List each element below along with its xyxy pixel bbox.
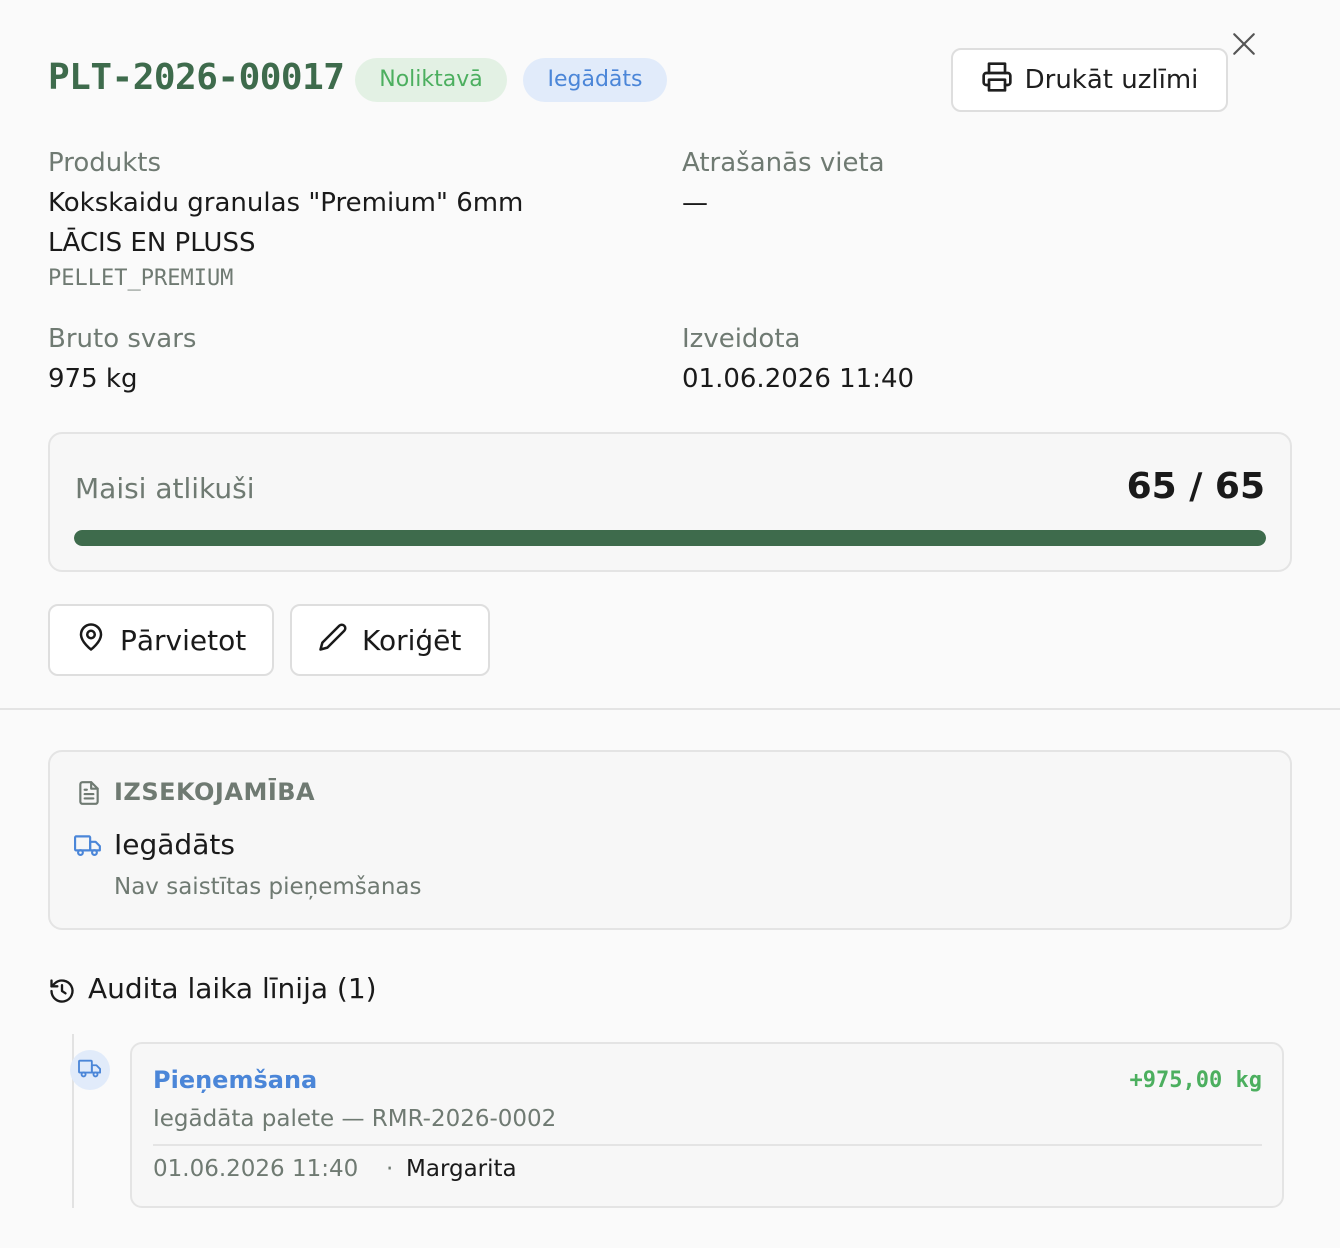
correct-button[interactable]: Koriģēt — [290, 604, 490, 676]
created-value: 01.06.2026 11:40 — [682, 364, 915, 394]
event-amount: +975,00 kg — [1129, 1068, 1262, 1093]
bags-progress-bar — [74, 530, 1266, 546]
map-pin-icon — [76, 622, 106, 659]
weight-label: Bruto svars — [48, 324, 197, 354]
weight-value: 975 kg — [48, 364, 138, 394]
history-icon — [48, 977, 76, 1009]
pencil-icon — [318, 622, 348, 659]
modal-header: PLT-2026-00017 Noliktavā Iegādāts Drukāt… — [48, 48, 1292, 112]
product-code: PELLET_PREMIUM — [48, 266, 234, 291]
print-label-button[interactable]: Drukāt uzlīmi — [951, 48, 1228, 112]
bags-remaining-card: Maisi atlikuši 65 / 65 — [48, 432, 1292, 572]
print-label-text: Drukāt uzlīmi — [1024, 65, 1199, 95]
event-divider — [153, 1144, 1262, 1146]
event-description: Iegādāta palete — RMR-2026-0002 — [153, 1106, 557, 1132]
created-label: Izveidota — [682, 324, 801, 354]
pallet-detail-modal: PLT-2026-00017 Noliktavā Iegādāts Drukāt… — [0, 0, 1340, 1248]
document-icon — [76, 780, 102, 810]
product-label: Produkts — [48, 148, 162, 178]
event-separator: · — [386, 1156, 394, 1182]
product-name-line1: Kokskaidu granulas "Premium" 6mm — [48, 188, 524, 218]
status-badge: Noliktavā — [355, 58, 507, 102]
correct-button-label: Koriģēt — [362, 623, 462, 657]
close-button[interactable] — [1228, 30, 1260, 62]
audit-event: Pieņemšana +975,00 kg Iegādāta palete — … — [130, 1042, 1284, 1208]
printer-icon — [981, 61, 1013, 100]
traceability-card: IZSEKOJAMĪBA Iegādāts Nav saistītas pieņ… — [48, 750, 1292, 930]
pallet-id: PLT-2026-00017 — [48, 57, 345, 98]
bags-label: Maisi atlikuši — [75, 472, 255, 505]
close-icon — [1231, 31, 1257, 61]
section-divider — [0, 708, 1340, 710]
timeline-marker — [70, 1050, 110, 1090]
audit-title: Audita laika līnija (1) — [88, 972, 377, 1005]
location-value: — — [682, 188, 708, 218]
traceability-type: Iegādāts — [114, 828, 235, 861]
source-badge: Iegādāts — [523, 58, 667, 102]
event-title: Pieņemšana — [153, 1066, 318, 1094]
bags-count: 65 / 65 — [1126, 466, 1265, 507]
event-time: 01.06.2026 11:40 — [153, 1156, 359, 1182]
move-button-label: Pārvietot — [120, 623, 247, 657]
traceability-subtitle: Nav saistītas pieņemšanas — [114, 874, 422, 900]
location-label: Atrašanās vieta — [682, 148, 885, 178]
truck-icon — [78, 1057, 102, 1083]
truck-icon — [74, 832, 102, 862]
product-name-line2: LĀCIS EN PLUSS — [48, 228, 256, 258]
event-user: Margarita — [406, 1156, 517, 1182]
bags-progress-fill — [74, 530, 1266, 546]
move-button[interactable]: Pārvietot — [48, 604, 274, 676]
traceability-heading: IZSEKOJAMĪBA — [114, 778, 316, 806]
